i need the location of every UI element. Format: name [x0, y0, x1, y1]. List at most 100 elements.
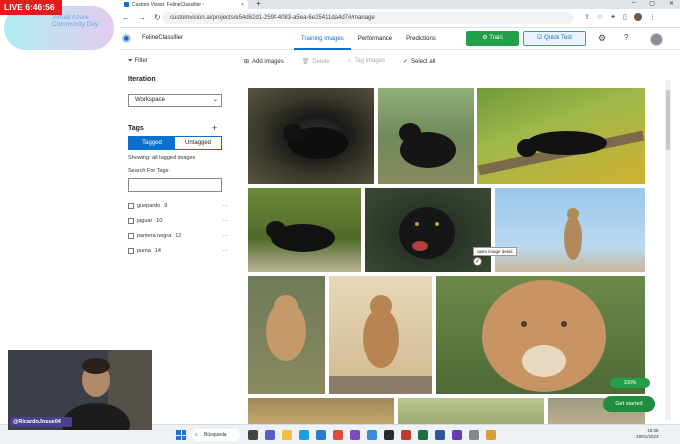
new-tab-button[interactable]: +	[256, 0, 261, 8]
tagged-button[interactable]: Tagged	[129, 137, 175, 149]
taskbar-search[interactable]: ⌕ Búsqueda	[192, 429, 240, 441]
quick-test-button[interactable]: ☑ Quick Test	[523, 31, 586, 46]
teams-icon[interactable]	[265, 430, 275, 440]
get-started-button[interactable]: Get started	[603, 396, 655, 412]
add-tag-plus-icon[interactable]: +	[212, 123, 217, 133]
close-tab-icon[interactable]: ×	[241, 2, 244, 8]
bookmark-star-icon[interactable]: ☆	[597, 13, 603, 21]
browser-toolbar-icons: ⇪ ☆ ✦ ▯ ⋮	[584, 13, 656, 21]
edge-icon[interactable]	[299, 430, 309, 440]
training-image-black-panther-roaring[interactable]	[365, 188, 491, 272]
grid-scrollbar[interactable]	[665, 80, 671, 420]
share-icon[interactable]: ⇪	[584, 13, 590, 21]
tag-row-pantera-negra[interactable]: pantera negra 12 ···	[128, 228, 228, 243]
tab-performance[interactable]: Performance	[351, 28, 399, 50]
untagged-button[interactable]: Untagged	[175, 137, 221, 149]
panther-silhouette	[283, 124, 348, 159]
minimize-icon[interactable]: –	[632, 0, 635, 7]
store-icon[interactable]	[316, 430, 326, 440]
taskbar-search-label: Búsqueda	[204, 432, 227, 438]
checkmark-icon: ✓	[403, 59, 409, 65]
training-image-black-panther-3[interactable]	[477, 88, 645, 184]
tag-name: puma	[137, 247, 151, 254]
training-image-black-panther-4[interactable]	[248, 188, 361, 272]
training-image-puma-sitting[interactable]	[495, 188, 645, 272]
custom-vision-eye-icon[interactable]: ◉	[122, 33, 131, 44]
iteration-heading: Iteration	[128, 76, 156, 83]
app-icon-2[interactable]	[486, 430, 496, 440]
windows-start-icon[interactable]	[176, 430, 186, 440]
powerpoint-icon[interactable]	[401, 430, 411, 440]
tab-predictions[interactable]: Predictions	[399, 28, 443, 50]
settings-gear-icon[interactable]: ⚙	[598, 33, 606, 44]
puma-face	[482, 280, 606, 392]
training-image-black-panther-2[interactable]	[378, 88, 474, 184]
panther-silhouette	[399, 123, 456, 168]
search-tags-label: Search For Tags:	[128, 168, 170, 174]
tag-checkbox[interactable]	[128, 247, 134, 254]
vscode-icon[interactable]	[367, 430, 377, 440]
training-image-puma-rocks[interactable]	[329, 276, 432, 394]
extensions-icon[interactable]: ✦	[610, 13, 616, 21]
onenote-icon[interactable]	[452, 430, 462, 440]
file-explorer-icon[interactable]	[282, 430, 292, 440]
training-image-partial-1[interactable]	[248, 398, 394, 426]
select-image-check-icon[interactable]: ✓	[473, 257, 482, 266]
tag-checkbox[interactable]	[128, 202, 134, 209]
browser-menu-icon[interactable]: ⋮	[649, 13, 656, 21]
sidebar-toggle-icon[interactable]: ▯	[623, 13, 627, 21]
iteration-select[interactable]: Workspace ⌄	[128, 94, 222, 107]
user-avatar[interactable]	[650, 33, 663, 46]
tag-more-icon[interactable]: ···	[223, 218, 229, 224]
close-window-icon[interactable]: ✕	[669, 0, 674, 7]
tag-more-icon[interactable]: ···	[223, 233, 229, 239]
browser-tab-title: Custom Vision: FelineClassifier -	[132, 1, 205, 8]
training-image-black-panther-1[interactable]	[248, 88, 374, 184]
tag-row-jaguar[interactable]: jaguar 10 ···	[128, 213, 228, 228]
tag-images-button[interactable]: ⌂ Tag images	[348, 58, 385, 65]
app-icon[interactable]	[469, 430, 479, 440]
tag-count: 14	[154, 247, 161, 254]
tag-images-label: Tag images	[354, 58, 385, 64]
filter-toggle[interactable]: ⏷ Filter	[128, 58, 148, 65]
tag-row-guepardo[interactable]: guepardo 9 ···	[128, 198, 228, 213]
image-grid	[246, 86, 646, 426]
train-label: Train	[489, 35, 503, 41]
word-icon[interactable]	[435, 430, 445, 440]
panther-face	[399, 207, 455, 259]
task-view-icon[interactable]	[248, 430, 258, 440]
select-all-button[interactable]: ✓ Select all	[403, 58, 435, 65]
visual-studio-icon[interactable]	[350, 430, 360, 440]
scrollbar-thumb[interactable]	[666, 90, 670, 150]
reload-icon[interactable]: ↻	[154, 13, 161, 22]
maximize-icon[interactable]: ▢	[649, 0, 655, 7]
help-icon[interactable]: ?	[624, 33, 628, 42]
delete-button[interactable]: 🗑 Delete	[302, 58, 330, 65]
search-tags-input[interactable]	[128, 178, 222, 192]
chrome-icon[interactable]	[333, 430, 343, 440]
browser-tab[interactable]: Custom Vision: FelineClassifier - ×	[120, 0, 248, 9]
taskbar-clock[interactable]: 18:38 18/01/2023	[636, 428, 659, 440]
training-image-puma-closeup[interactable]	[436, 276, 645, 394]
tag-more-icon[interactable]: ···	[223, 248, 229, 254]
url-field[interactable]: customvision.ai/projects/e54d62d1-259f-4…	[162, 12, 574, 24]
tab-training-images[interactable]: Training Images	[294, 28, 351, 50]
training-image-puma-walking[interactable]	[248, 276, 325, 394]
forward-icon[interactable]: →	[138, 13, 146, 22]
training-image-partial-2[interactable]	[398, 398, 544, 426]
train-button[interactable]: ⚙ Train	[466, 31, 519, 46]
browser-profile-avatar[interactable]	[633, 13, 642, 21]
back-icon[interactable]: ←	[122, 13, 130, 22]
tag-checkbox[interactable]	[128, 217, 134, 224]
terminal-icon[interactable]	[384, 430, 394, 440]
excel-icon[interactable]	[418, 430, 428, 440]
tag-more-icon[interactable]: ···	[223, 203, 229, 209]
tag-checkbox[interactable]	[128, 232, 134, 239]
add-images-button[interactable]: ⊞ Add images	[244, 58, 284, 65]
filter-label: Filter	[134, 58, 148, 64]
tagged-untagged-toggle: Tagged Untagged	[128, 136, 222, 150]
project-name[interactable]: FelineClassifier	[142, 35, 183, 41]
panther-silhouette	[477, 130, 645, 176]
tag-row-puma[interactable]: puma 14 ···	[128, 243, 228, 258]
tag-count: 10	[156, 217, 163, 224]
